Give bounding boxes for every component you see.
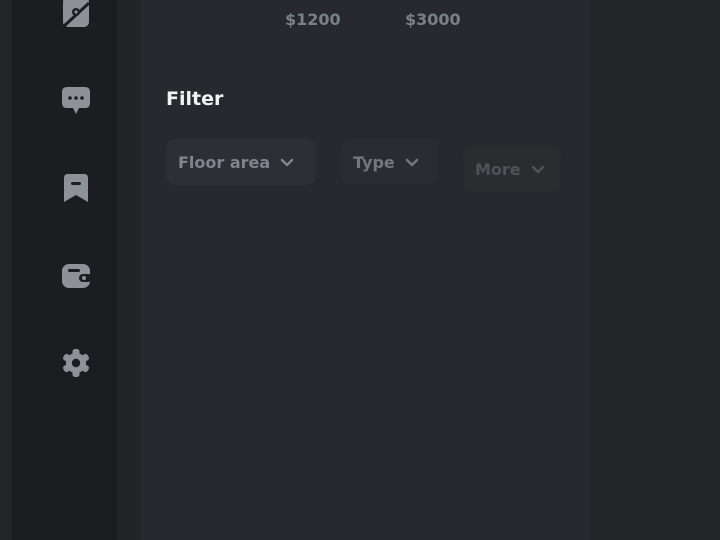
sidebar-item-wallet[interactable]: [60, 260, 92, 292]
filter-heading: Filter: [166, 88, 224, 110]
sidebar-nav: [12, 0, 117, 540]
gutter: [117, 0, 141, 540]
chat-icon: [62, 87, 90, 114]
chevron-down-icon: [531, 165, 544, 173]
settings-icon: [63, 349, 89, 377]
right-area: [589, 0, 720, 540]
sidebar-item-messages[interactable]: [60, 84, 92, 116]
chevron-down-icon: [281, 158, 294, 166]
type-dropdown-label: Type: [353, 152, 395, 172]
more-dropdown[interactable]: More: [463, 146, 561, 192]
left-edge-strip: [0, 0, 12, 540]
bookmark-icon: [64, 174, 88, 202]
sidebar-item-saved[interactable]: [60, 172, 92, 204]
sidebar-item-map[interactable]: [60, 0, 92, 28]
filter-panel: [141, 0, 589, 540]
more-dropdown-label: More: [475, 159, 521, 179]
price-min-label: $1200: [285, 10, 341, 29]
type-dropdown[interactable]: Type: [341, 139, 437, 185]
map-icon: [61, 0, 91, 28]
wallet-icon: [62, 264, 92, 288]
sidebar-item-settings[interactable]: [60, 347, 92, 379]
floor-area-dropdown[interactable]: Floor area: [166, 139, 316, 185]
floor-area-dropdown-label: Floor area: [178, 152, 271, 172]
chevron-down-icon: [405, 158, 418, 166]
price-max-label: $3000: [405, 10, 461, 29]
